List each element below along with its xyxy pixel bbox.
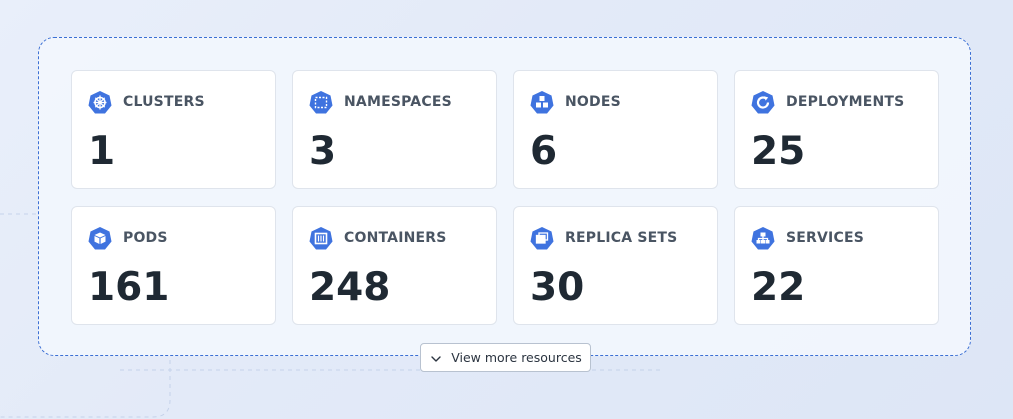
card-label: REPLICA SETS	[565, 230, 678, 246]
card-value: 1	[88, 129, 116, 174]
deployment-icon	[751, 90, 775, 114]
service-network-icon	[751, 226, 775, 250]
card-value: 6	[530, 129, 558, 174]
card-value: 248	[309, 265, 391, 310]
chevron-down-icon	[429, 351, 443, 365]
pod-cube-icon	[88, 226, 112, 250]
namespace-icon	[309, 90, 333, 114]
card-replica-sets[interactable]: REPLICA SETS 30	[513, 206, 718, 325]
card-deployments[interactable]: DEPLOYMENTS 25	[734, 70, 939, 189]
card-value: 30	[530, 265, 585, 310]
card-label: DEPLOYMENTS	[786, 94, 905, 110]
kubernetes-wheel-icon	[88, 90, 112, 114]
replica-sets-icon	[530, 226, 554, 250]
card-label: CONTAINERS	[344, 230, 447, 246]
card-label: NODES	[565, 94, 621, 110]
container-icon	[309, 226, 333, 250]
card-nodes[interactable]: NODES 6	[513, 70, 718, 189]
card-label: PODS	[123, 230, 168, 246]
nodes-icon	[530, 90, 554, 114]
card-pods[interactable]: PODS 161	[71, 206, 276, 325]
card-containers[interactable]: CONTAINERS 248	[292, 206, 497, 325]
resources-panel: CLUSTERS 1 NAMESPACES 3 NODES 6 DEPLOYME…	[38, 37, 971, 372]
view-more-resources-button[interactable]: View more resources	[420, 343, 591, 372]
card-services[interactable]: SERVICES 22	[734, 206, 939, 325]
resource-card-grid: CLUSTERS 1 NAMESPACES 3 NODES 6 DEPLOYME…	[71, 70, 939, 325]
card-label: SERVICES	[786, 230, 864, 246]
card-value: 3	[309, 129, 337, 174]
card-clusters[interactable]: CLUSTERS 1	[71, 70, 276, 189]
card-value: 25	[751, 129, 806, 174]
card-value: 161	[88, 265, 170, 310]
view-more-resources-label: View more resources	[451, 350, 582, 365]
card-label: CLUSTERS	[123, 94, 205, 110]
card-label: NAMESPACES	[344, 94, 452, 110]
card-namespaces[interactable]: NAMESPACES 3	[292, 70, 497, 189]
card-value: 22	[751, 265, 806, 310]
